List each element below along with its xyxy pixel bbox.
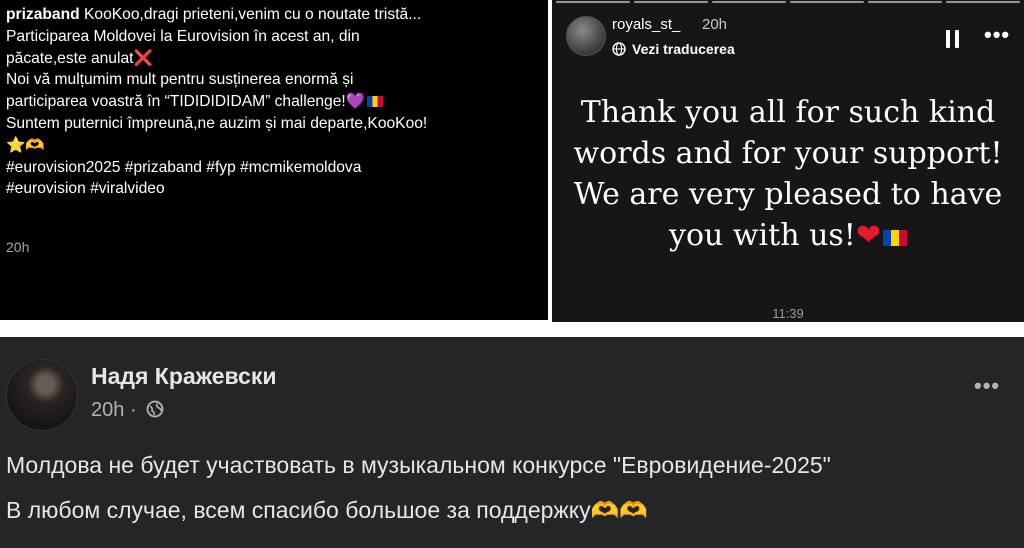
- tiktok-caption-panel: prizaband KooKoo,dragi prieteni,venim cu…: [0, 0, 548, 320]
- caption-line: Noi vă mulțumim mult pentru susținerea e…: [6, 71, 354, 89]
- story-timestamp: 20h: [702, 16, 728, 33]
- hashtag-line[interactable]: #eurovision #viralvideo: [6, 178, 546, 200]
- caption-line: Participarea Moldovei la Eurovision în a…: [6, 27, 360, 45]
- purple-heart-icon: 💜: [345, 93, 366, 111]
- star-icon: ⭐: [6, 136, 26, 154]
- tiktok-timestamp: 20h: [6, 239, 30, 255]
- more-options-icon[interactable]: •••: [984, 22, 1010, 48]
- story-message: Thank you all for such kind words and fo…: [568, 92, 1008, 256]
- story-message-text: Thank you all for such kind words and fo…: [573, 95, 1003, 253]
- story-clock: 11:39: [772, 306, 804, 321]
- see-translation-link[interactable]: Vezi traducerea: [632, 41, 735, 57]
- post-timestamp[interactable]: 20h: [91, 399, 124, 421]
- progress-segment: [712, 1, 786, 3]
- heart-hands-icon: 🫶: [25, 136, 45, 154]
- post-text: В любом случае, всем спасибо большое за …: [6, 497, 591, 523]
- caption-line: Suntem puternici împreună,ne auzim și ma…: [6, 114, 428, 132]
- globe-icon: [612, 42, 626, 56]
- caption-line: participarea voastră în “TIDIDIDIDAM” ch…: [6, 93, 346, 111]
- progress-segment: [946, 1, 1020, 3]
- moldova-flag-icon: [367, 96, 384, 108]
- hashtag-line[interactable]: #eurovision2025 #prizaband #fyp #mcmikem…: [6, 157, 546, 179]
- progress-segment: [634, 1, 708, 3]
- avatar[interactable]: [566, 16, 606, 56]
- post-text-line: В любом случае, всем спасибо большое за …: [6, 497, 648, 524]
- red-heart-icon: ❤: [855, 218, 881, 253]
- meta-separator: ·: [129, 399, 137, 421]
- more-options-icon[interactable]: •••: [974, 373, 1000, 399]
- progress-segment: [868, 1, 942, 3]
- story-username[interactable]: royals_st_: [612, 16, 680, 33]
- instagram-story-panel: royals_st_ 20h Vezi traducerea ••• Thank…: [552, 0, 1024, 322]
- facebook-post-panel: Надя Кражевски 20h · ••• Молдова не буде…: [0, 337, 1024, 548]
- heart-hands-icon: 🫶: [590, 497, 620, 523]
- pause-icon[interactable]: [946, 30, 960, 48]
- caption-line: păcate,este anulat: [6, 49, 134, 67]
- tiktok-username[interactable]: prizaband: [6, 6, 80, 23]
- globe-icon[interactable]: [146, 400, 164, 418]
- caption-line: KooKoo,dragi prieteni,venim cu o noutate…: [84, 6, 422, 23]
- post-meta: 20h ·: [91, 399, 164, 422]
- moldova-flag-icon: [882, 230, 907, 246]
- progress-segment: [790, 1, 864, 3]
- post-text-line: Молдова не будет участвовать в музыкальн…: [6, 452, 831, 478]
- author-name[interactable]: Надя Кражевски: [91, 363, 277, 390]
- story-progress-bar: [552, 0, 1024, 4]
- cross-mark-icon: ❌: [133, 49, 153, 67]
- heart-hands-icon: 🫶: [619, 497, 648, 523]
- progress-segment: [556, 1, 630, 3]
- avatar[interactable]: [6, 359, 78, 431]
- tiktok-caption: prizaband KooKoo,dragi prieteni,venim cu…: [6, 4, 546, 200]
